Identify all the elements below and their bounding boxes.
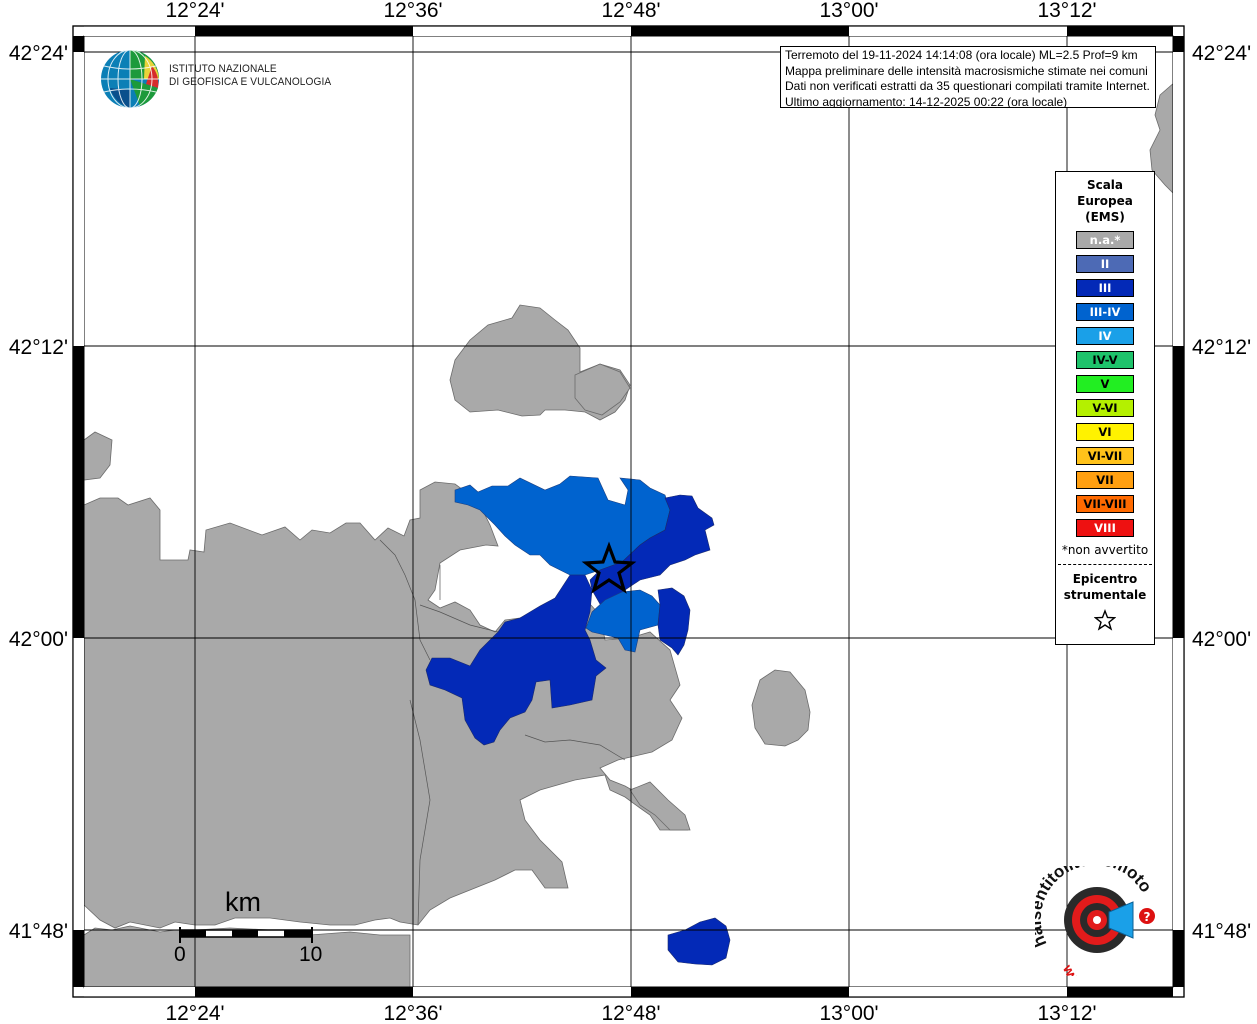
hsit-logo: haisentitoilterremoto.it www. ? (1026, 850, 1160, 995)
lon-label-top-2: 12°36' (383, 0, 442, 22)
lat-label-right-1: 42°24' (1192, 42, 1251, 65)
lon-label-bottom-5: 13°12' (1037, 1002, 1096, 1024)
lon-label-bottom-4: 13°00' (819, 1002, 878, 1024)
lon-label-top-4: 13°00' (819, 0, 878, 22)
frame-left-seg-2 (73, 52, 84, 346)
legend-item-iv: IV (1076, 327, 1134, 345)
frame-right-seg-2 (1173, 52, 1184, 346)
hsit-target-icon: haisentitoilterremoto.it www. ? (1026, 850, 1156, 995)
event-info-box: Terremoto del 19-11-2024 14:14:08 (ora l… (780, 46, 1156, 108)
lat-label-right-4: 41°48' (1192, 920, 1251, 943)
ingv-globe-icon (101, 49, 159, 109)
legend-item-vi-vii: VI-VII (1076, 447, 1134, 465)
ingv-logo: ISTITUTO NAZIONALE DI GEOFISICA E VULCAN… (100, 48, 332, 110)
lat-label-left-4: 41°48' (9, 920, 68, 943)
frame-bottom-seg-1 (84, 987, 195, 997)
frame-bottom-seg-3 (413, 987, 631, 997)
scale-bar: km 0 10 (170, 885, 340, 975)
legend-title-line-3: (EMS) (1085, 210, 1125, 224)
legend-star-icon (1056, 609, 1154, 635)
lat-label-right-3: 42°00' (1192, 628, 1251, 651)
legend-note: *non avvertito (1061, 543, 1149, 557)
lon-label-bottom-2: 12°36' (383, 1002, 442, 1024)
legend-epicentre-line-1: Epicentro (1072, 572, 1138, 586)
lat-label-right-2: 42°12' (1192, 336, 1251, 359)
lat-label-left-1: 42°24' (9, 42, 68, 65)
legend-item-n-a: n.a.* (1076, 231, 1134, 249)
svg-text:?: ? (1144, 910, 1151, 924)
frame-left-seg-1 (73, 36, 84, 52)
frame-bottom-seg-6 (1067, 987, 1173, 997)
legend-item-v: V (1076, 375, 1134, 393)
ems-legend: Scala Europea (EMS) n.a.* II III III-IV IV IV… (1055, 171, 1155, 645)
event-info-line-2: Mappa preliminare delle intensità macros… (785, 63, 1148, 78)
frame-top-seg-3 (413, 26, 631, 36)
frame-top-seg-6 (1067, 26, 1173, 36)
legend-item-iv-v: IV-V (1076, 351, 1134, 369)
frame-left-seg-5 (73, 930, 84, 987)
lat-label-left-2: 42°12' (9, 336, 68, 359)
legend-items: n.a.* II III III-IV IV IV-V V V-VI VI VI-VII VII VI… (1056, 231, 1154, 537)
frame-top-seg-1 (84, 26, 195, 36)
lon-label-top-5: 13°12' (1037, 0, 1096, 22)
legend-title-line-1: Scala (1086, 178, 1124, 192)
legend-item-ii: II (1076, 255, 1134, 273)
legend-item-vii: VII (1076, 471, 1134, 489)
frame-left-seg-3 (73, 346, 84, 638)
legend-item-iii: III (1076, 279, 1134, 297)
scale-bar-end: 10 (299, 943, 323, 966)
ingv-logo-line-1: ISTITUTO NAZIONALE (169, 63, 277, 75)
frame-right-seg-3 (1173, 346, 1184, 638)
legend-title-line-2: Europea (1077, 194, 1133, 208)
hsit-logo-www: www. (1060, 961, 1093, 995)
frame-right-seg-5 (1173, 930, 1184, 987)
legend-title: Scala Europea (EMS) (1056, 177, 1154, 225)
lat-label-left-3: 42°00' (9, 628, 68, 651)
event-info-line-1: Terremoto del 19-11-2024 14:14:08 (ora l… (785, 48, 1138, 62)
frame-right-seg-4 (1173, 638, 1184, 930)
frame-bottom-seg-2 (195, 987, 413, 997)
legend-item-v-vi: V-VI (1076, 399, 1134, 417)
legend-separator (1058, 564, 1152, 565)
frame-bottom-seg-4 (631, 987, 849, 997)
event-info-line-3: Dati non verificati estratti da 35 quest… (785, 79, 1150, 93)
scale-bar-unit: km (225, 887, 261, 917)
frame-bottom-seg-5 (849, 987, 1067, 997)
legend-item-iii-iv: III-IV (1076, 303, 1134, 321)
frame-top-seg-5 (849, 26, 1067, 36)
event-info-line-4: Ultimo aggiornamento: 14-12-2025 00:22 (… (785, 94, 1068, 108)
ingv-logo-line-2: DI GEOFISICA E VULCANOLOGIA (169, 76, 332, 88)
legend-epicentre-line-2: strumentale (1063, 588, 1147, 602)
legend-epicentre: Epicentro strumentale (1056, 571, 1154, 603)
frame-top-seg-4 (631, 26, 849, 36)
svg-text:www.: www. (1060, 961, 1093, 976)
lon-label-bottom-1: 12°24' (165, 1002, 224, 1024)
lon-label-top-1: 12°24' (165, 0, 224, 22)
legend-item-vi: VI (1076, 423, 1134, 441)
legend-item-vii-viii: VII-VIII (1076, 495, 1134, 513)
frame-right-seg-1 (1173, 36, 1184, 52)
frame-top-seg-2 (195, 26, 413, 36)
scale-bar-start: 0 (174, 943, 186, 966)
legend-item-viii: VIII (1076, 519, 1134, 537)
frame-left-seg-4 (73, 638, 84, 930)
lon-label-top-3: 12°48' (601, 0, 660, 22)
lon-label-bottom-3: 12°48' (601, 1002, 660, 1024)
